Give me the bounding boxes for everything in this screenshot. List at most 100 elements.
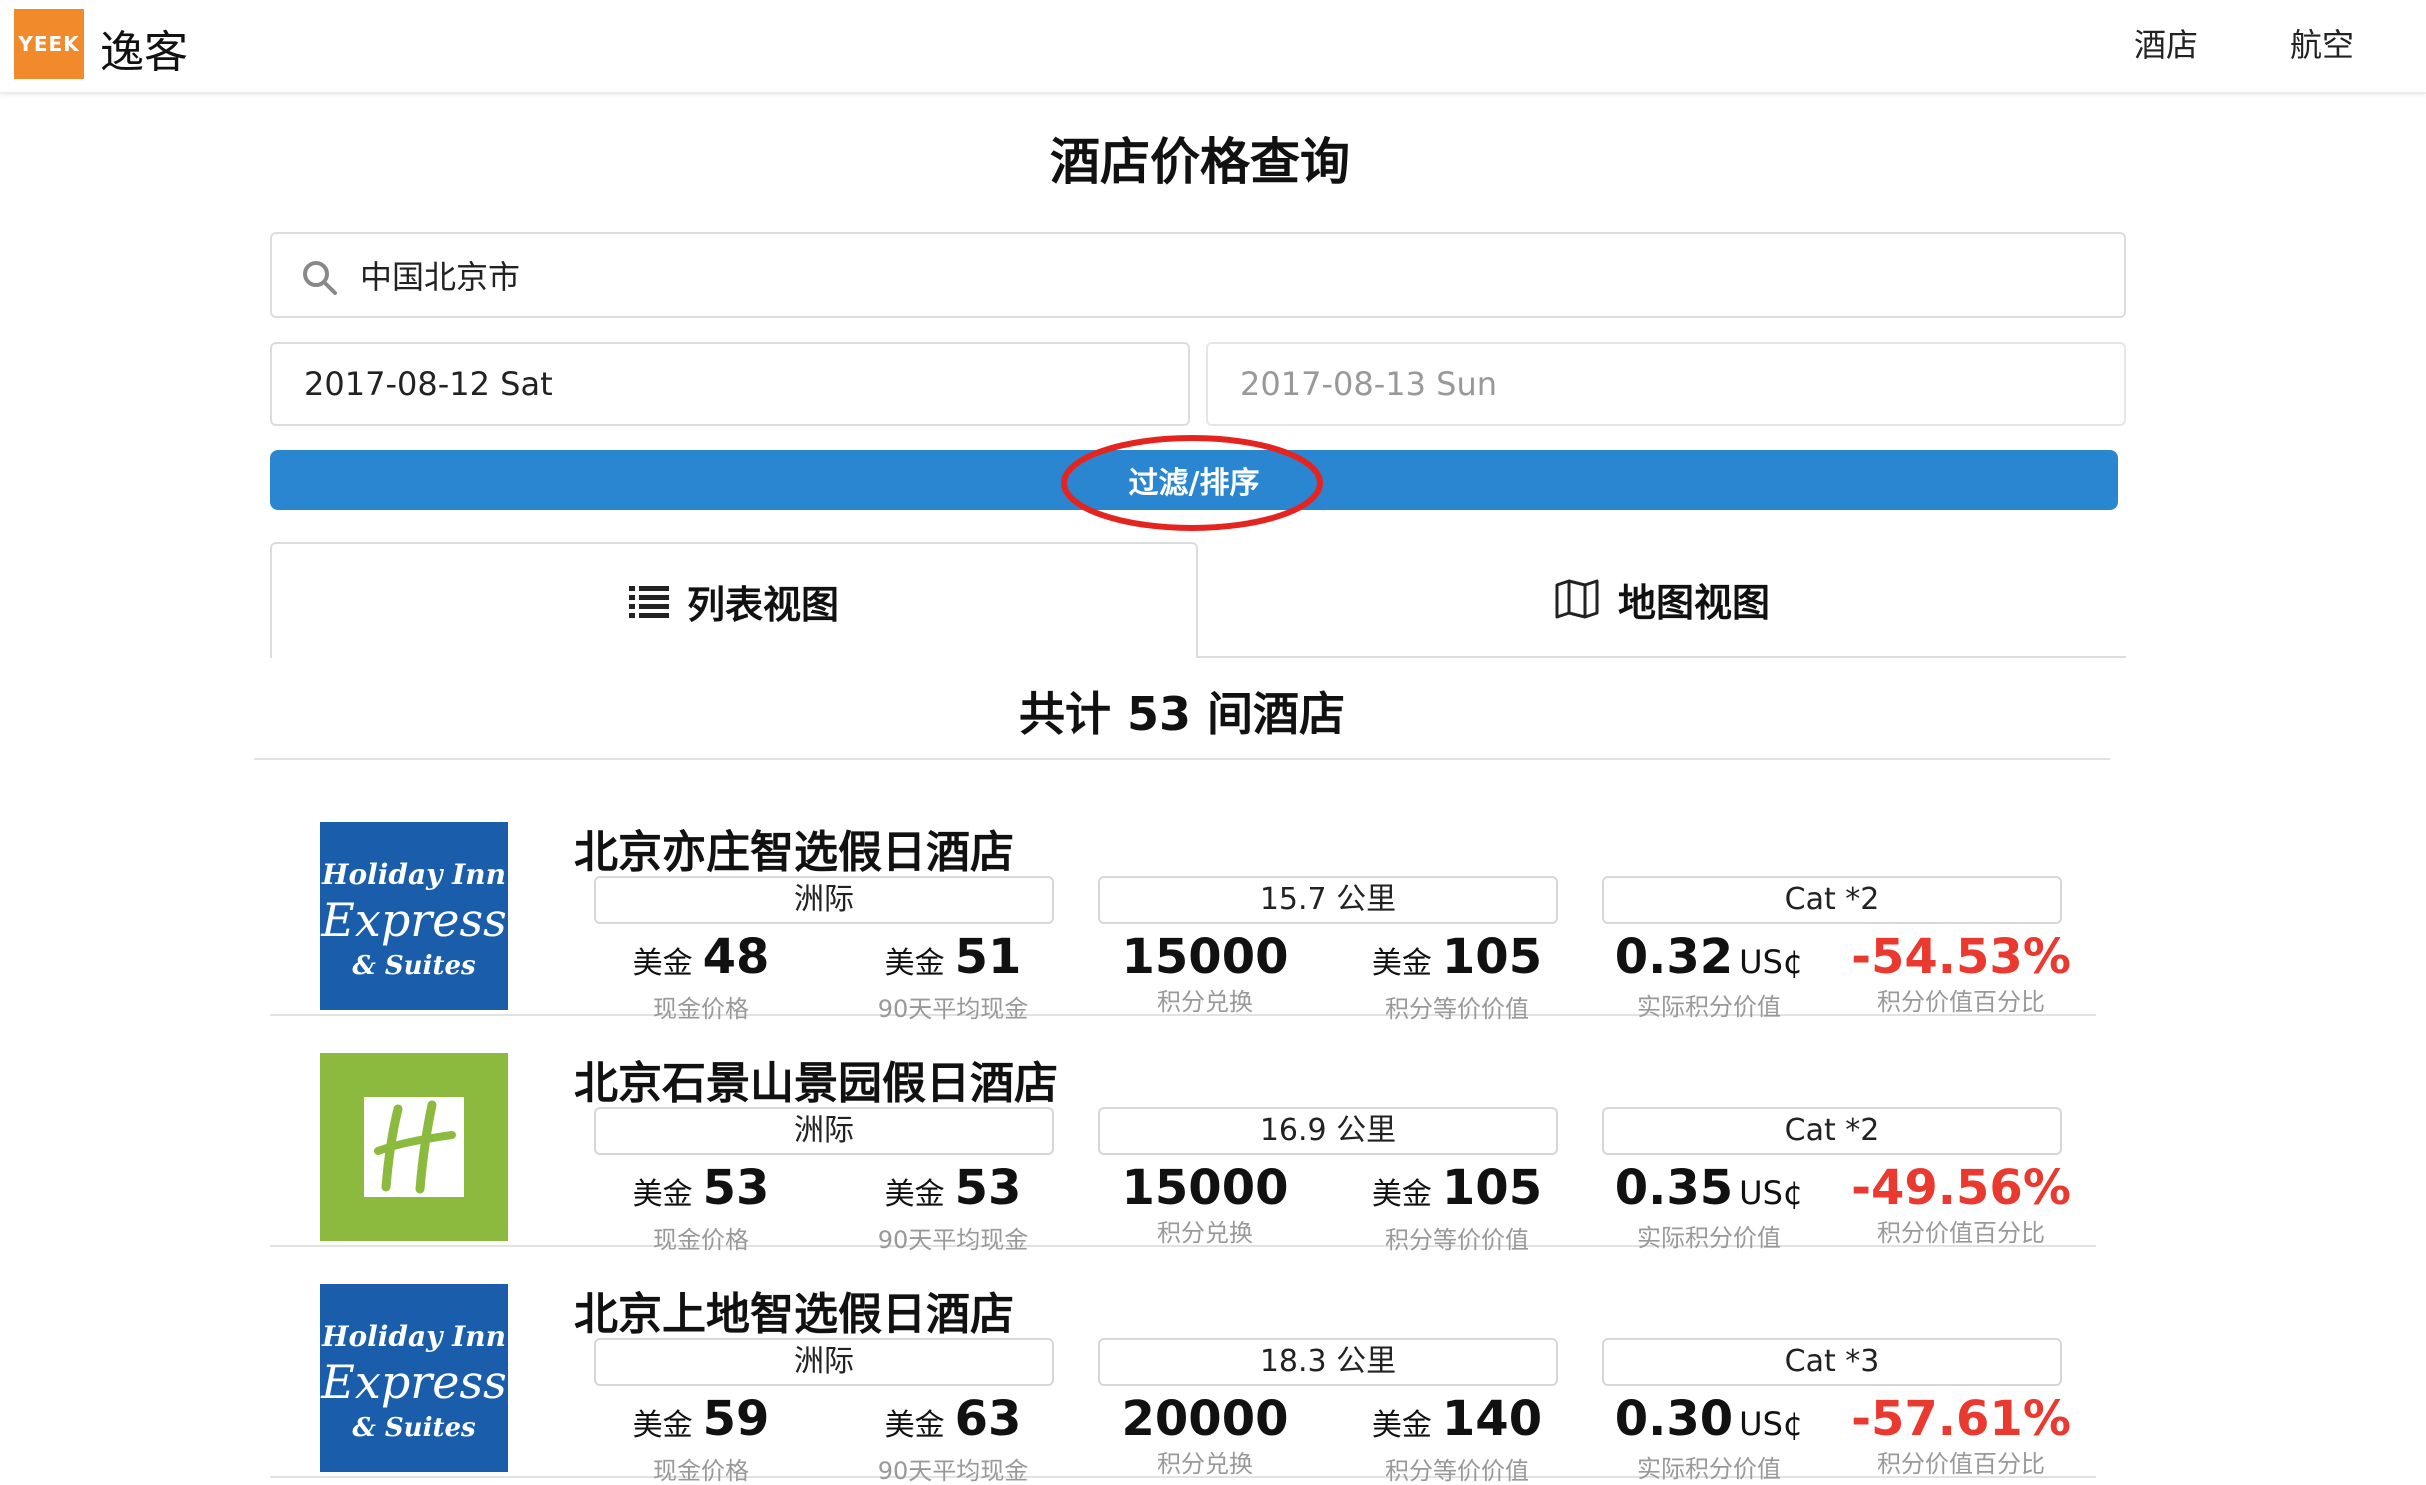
brand-group-pill: 洲际	[594, 1107, 1054, 1155]
value-pct: -57.61%	[1851, 1391, 2071, 1447]
hotel-row[interactable]: Holiday Inn Express & Suites 北京亦庄智选假日酒店 …	[270, 786, 2096, 1023]
currency-label: 美金	[1371, 1408, 1432, 1443]
brand-group-pill: 洲际	[594, 876, 1054, 924]
distance-pill: 15.7 公里	[1098, 876, 1558, 924]
currency-label: 美金	[632, 946, 693, 981]
currency-label: 美金	[884, 946, 945, 981]
hotel-row[interactable]: 北京石景山景园假日酒店 洲际 16.9 公里 Cat *2 美金 53 现金价格 …	[270, 1017, 2096, 1254]
hotel-row[interactable]: Holiday Inn Express & Suites 北京上地智选假日酒店 …	[270, 1248, 2096, 1485]
actual-point-value-label: 实际积分价值	[1637, 1455, 1781, 1483]
points-equiv-value: 140	[1441, 1391, 1543, 1447]
holiday-inn-express-logo-icon: Holiday Inn Express & Suites	[320, 1284, 508, 1472]
cash-price-label: 现金价格	[653, 1457, 749, 1485]
distance-value: 18.3	[1259, 1344, 1327, 1379]
category-pill: Cat *3	[1602, 1338, 2062, 1386]
tab-map-view[interactable]: 地图视图	[1198, 542, 2126, 658]
brand-name[interactable]: 逸客	[100, 16, 188, 80]
avg-90d-cash: 美金 51 90天平均现金	[838, 926, 1068, 1023]
search-input[interactable]	[360, 234, 2060, 316]
holiday-inn-express-logo-icon: Holiday Inn Express & Suites	[320, 822, 508, 1010]
hotel-name[interactable]: 北京亦庄智选假日酒店	[574, 816, 1014, 880]
result-count: 共计 53 间酒店	[1018, 687, 1346, 741]
tab-map-label: 地图视图	[1617, 580, 1770, 625]
top-navbar: YEEK 逸客 酒店 航空	[0, 0, 2426, 94]
point-value-pct-label: 积分价值百分比	[1877, 1450, 2045, 1478]
checkout-date-field[interactable]: 2017-08-13 Sun	[1206, 342, 2126, 426]
avg-cash-value: 53	[954, 1160, 1022, 1216]
points-redeem: 15000 积分兑换	[1090, 926, 1320, 1016]
cent-unit: US¢	[1739, 1405, 1804, 1443]
avg-cash-value: 63	[954, 1391, 1022, 1447]
cash-price-value: 59	[702, 1391, 770, 1447]
category-pill: Cat *2	[1602, 1107, 2062, 1155]
cash-price-value: 48	[702, 929, 770, 985]
distance-pill: 18.3 公里	[1098, 1338, 1558, 1386]
points-redeem: 20000 积分兑换	[1090, 1388, 1320, 1478]
map-icon	[1555, 579, 1599, 619]
actual-value: 0.35	[1614, 1160, 1734, 1216]
nav-hotels[interactable]: 酒店	[2134, 20, 2198, 66]
cash-price: 美金 59 现金价格	[586, 1388, 816, 1485]
currency-label: 美金	[632, 1177, 693, 1212]
distance-value: 16.9	[1259, 1113, 1327, 1148]
actual-value: 0.32	[1614, 929, 1734, 985]
category-pill: Cat *2	[1602, 876, 2062, 924]
points-equiv: 美金 105 积分等价价值	[1342, 1157, 1572, 1254]
actual-value: 0.30	[1614, 1391, 1734, 1447]
cash-price: 美金 53 现金价格	[586, 1157, 816, 1254]
points-equiv: 美金 105 积分等价价值	[1342, 926, 1572, 1023]
points-redeem-label: 积分兑换	[1157, 1219, 1253, 1247]
points-value: 15000	[1121, 1160, 1289, 1216]
point-value-pct-label: 积分价值百分比	[1877, 988, 2045, 1016]
divider	[254, 758, 2110, 760]
points-value: 15000	[1121, 929, 1289, 985]
yeek-logo[interactable]: YEEK	[14, 9, 84, 79]
avg-90d-cash: 美金 53 90天平均现金	[838, 1157, 1068, 1254]
points-equiv-label: 积分等价价值	[1385, 1457, 1529, 1485]
currency-label: 美金	[884, 1177, 945, 1212]
currency-label: 美金	[1371, 1177, 1432, 1212]
points-equiv: 美金 140 积分等价价值	[1342, 1388, 1572, 1485]
point-value-pct: -54.53% 积分价值百分比	[1846, 926, 2076, 1016]
cash-price-value: 53	[702, 1160, 770, 1216]
brand-group-pill: 洲际	[594, 1338, 1054, 1386]
avg-cash-value: 51	[954, 929, 1022, 985]
value-pct: -54.53%	[1851, 929, 2071, 985]
avg-90d-cash: 美金 63 90天平均现金	[838, 1388, 1068, 1485]
currency-label: 美金	[884, 1408, 945, 1443]
actual-point-value: 0.35 US¢ 实际积分价值	[1594, 1157, 1824, 1252]
distance-unit: 公里	[1336, 1344, 1397, 1379]
cash-price: 美金 48 现金价格	[586, 926, 816, 1023]
holiday-inn-logo-icon	[320, 1053, 508, 1241]
points-equiv-value: 105	[1441, 1160, 1543, 1216]
cent-unit: US¢	[1739, 1174, 1804, 1212]
currency-label: 美金	[632, 1408, 693, 1443]
value-pct: -49.56%	[1851, 1160, 2071, 1216]
search-box[interactable]	[270, 232, 2126, 318]
filter-sort-button[interactable]: 过滤/排序	[270, 450, 2118, 510]
distance-unit: 公里	[1336, 1113, 1397, 1148]
points-redeem: 15000 积分兑换	[1090, 1157, 1320, 1247]
point-value-pct: -57.61% 积分价值百分比	[1846, 1388, 2076, 1478]
tab-list-view[interactable]: 列表视图	[270, 542, 1198, 658]
checkin-date-field[interactable]: 2017-08-12 Sat	[270, 342, 1190, 426]
cent-unit: US¢	[1739, 943, 1804, 981]
search-icon	[303, 261, 337, 295]
list-icon	[628, 586, 669, 618]
logo-text: YEEK	[18, 32, 80, 56]
points-redeem-label: 积分兑换	[1157, 988, 1253, 1016]
currency-label: 美金	[1371, 946, 1432, 981]
points-equiv-value: 105	[1441, 929, 1543, 985]
hotel-name[interactable]: 北京石景山景园假日酒店	[574, 1047, 1058, 1111]
actual-point-value: 0.32 US¢ 实际积分价值	[1594, 926, 1824, 1021]
actual-point-value: 0.30 US¢ 实际积分价值	[1594, 1388, 1824, 1483]
distance-unit: 公里	[1336, 882, 1397, 917]
points-value: 20000	[1121, 1391, 1289, 1447]
hotel-name[interactable]: 北京上地智选假日酒店	[574, 1278, 1014, 1342]
avg-90d-cash-label: 90天平均现金	[877, 1457, 1029, 1485]
nav-airlines[interactable]: 航空	[2290, 20, 2354, 66]
distance-value: 15.7	[1259, 882, 1327, 917]
point-value-pct-label: 积分价值百分比	[1877, 1219, 2045, 1247]
tab-list-label: 列表视图	[686, 582, 839, 627]
page-title: 酒店价格查询	[1050, 133, 1350, 191]
